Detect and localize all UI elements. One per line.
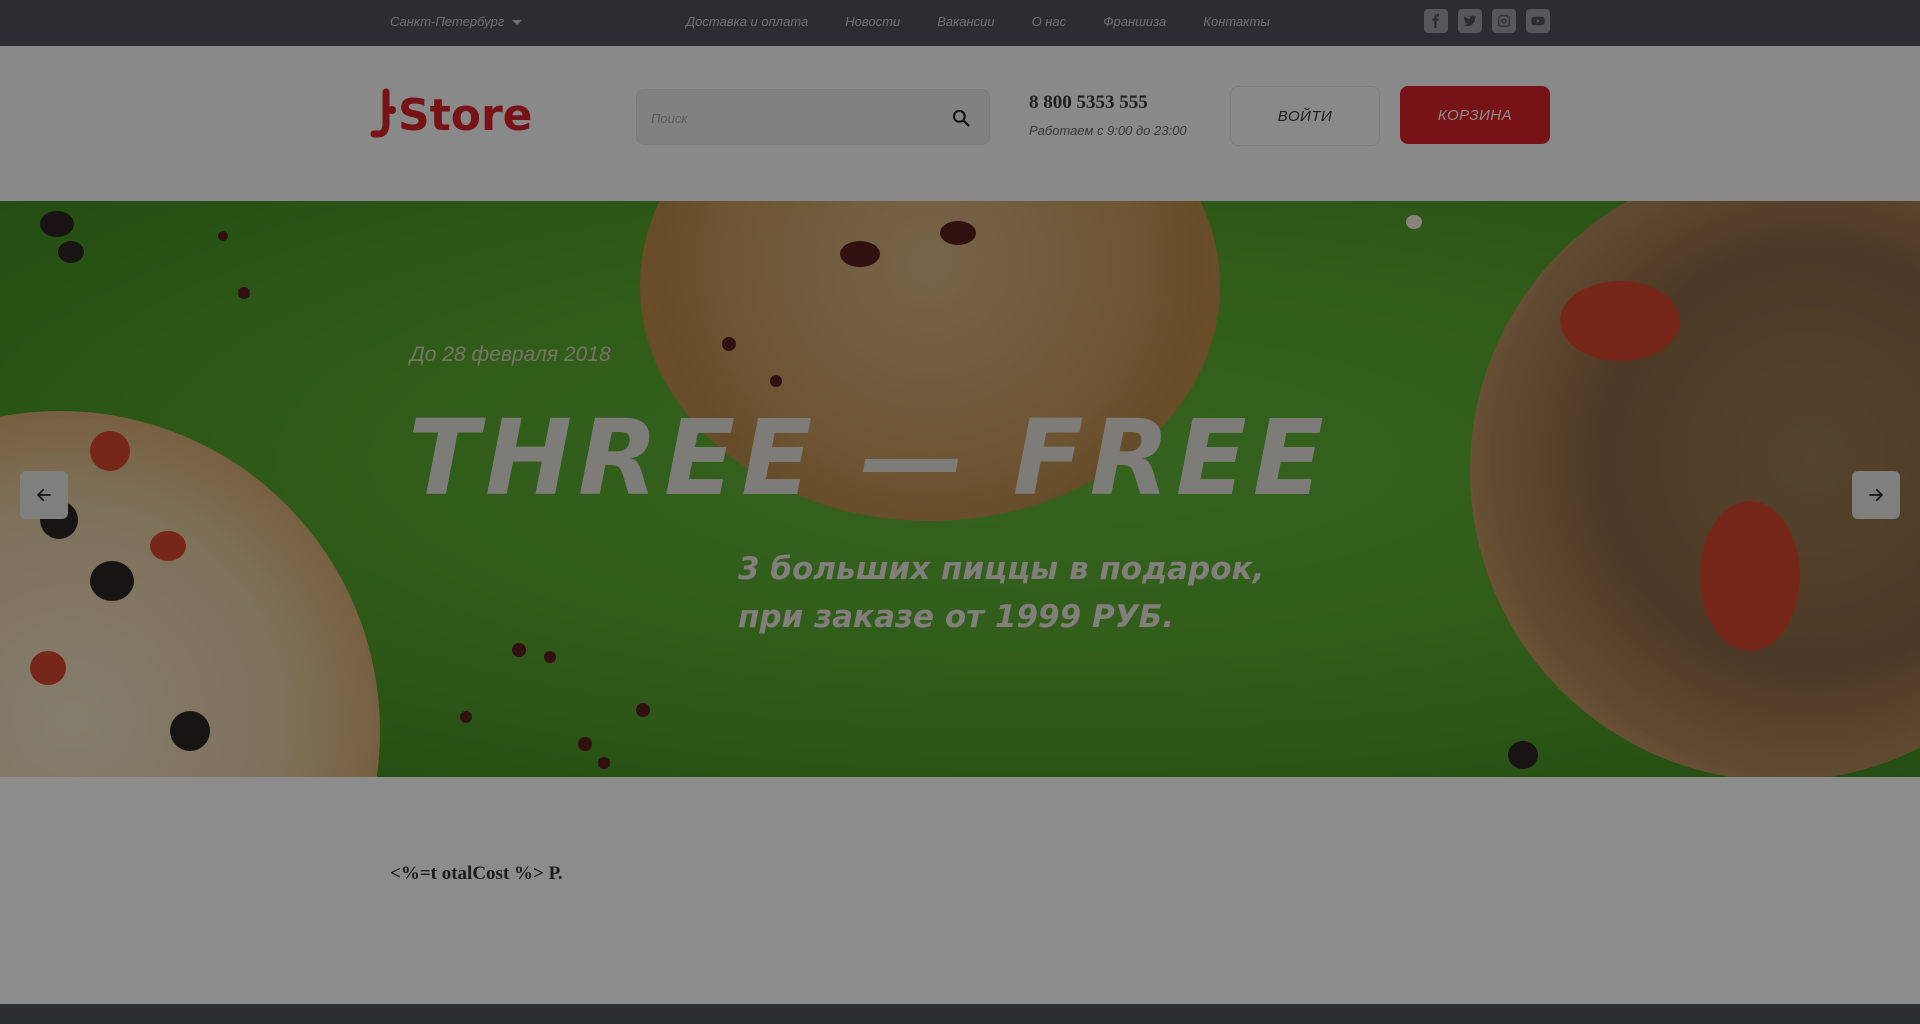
nav-about[interactable]: О нас (1032, 14, 1067, 29)
olive-decoration (40, 211, 74, 237)
search-box (636, 89, 990, 145)
nav-franchise[interactable]: Франшиза (1103, 14, 1166, 29)
promo-banner[interactable]: До 28 февраля 2018 THREE — FREE 3 больши… (0, 201, 1920, 777)
olive-decoration (1508, 741, 1538, 769)
phone-number[interactable]: 8 800 5353 555 (1029, 92, 1148, 114)
peppercorn-decoration (218, 231, 228, 241)
nav-delivery[interactable]: Доставка и оплата (686, 14, 808, 29)
peppercorn-decoration (512, 643, 526, 657)
tomato-decoration (90, 431, 130, 471)
promo-subtitle-line: 3 больших пиццы в подарок, (738, 551, 1265, 587)
peppercorn-decoration (460, 711, 472, 723)
peppercorn-decoration (770, 375, 782, 387)
top-bar: Санкт-Петербург Доставка и оплата Новост… (0, 0, 1920, 46)
city-selector[interactable]: Санкт-Петербург (390, 14, 523, 29)
tomato-decoration (1560, 281, 1680, 361)
top-nav: Доставка и оплата Новости Вакансии О нас… (686, 14, 1307, 29)
working-hours: Работаем с 9:00 до 23:00 (1029, 123, 1187, 138)
olive-decoration (90, 561, 134, 601)
social-links (1424, 9, 1550, 33)
slider-next-button[interactable] (1852, 471, 1900, 519)
peppercorn-decoration (636, 703, 650, 717)
tomato-decoration (150, 531, 186, 561)
main-content: <%=t otalCost %> Р. (0, 777, 1920, 1004)
search-input[interactable] (651, 107, 921, 129)
nav-contacts[interactable]: Контакты (1203, 14, 1270, 29)
total-cost: <%=t otalCost %> Р. (390, 863, 563, 884)
peppercorn-decoration (238, 287, 250, 299)
tomato-decoration (30, 651, 66, 685)
peppercorn-decoration (940, 221, 976, 245)
nav-news[interactable]: Новости (845, 14, 900, 29)
peppercorn-decoration (598, 757, 610, 769)
cart-button[interactable]: КОРЗИНА (1400, 86, 1550, 144)
promo-subtitle-line: при заказе от 1999 РУБ. (738, 599, 1174, 635)
search-icon[interactable] (947, 104, 975, 132)
peppercorn-decoration (1406, 215, 1422, 229)
facebook-icon[interactable] (1424, 9, 1448, 33)
peppercorn-decoration (722, 337, 736, 351)
peppercorn-decoration (840, 241, 880, 267)
peppercorn-decoration (544, 651, 556, 663)
tomato-decoration (1700, 501, 1800, 651)
olive-decoration (58, 241, 84, 263)
site-header: Store 8 800 5353 555 Работаем с 9:00 до … (0, 46, 1920, 201)
jstore-logo[interactable]: Store (370, 84, 552, 144)
promo-subtitle: 3 больших пиццы в подарок, при заказе от… (738, 545, 1264, 641)
site-footer (0, 1004, 1920, 1024)
slider-prev-button[interactable] (20, 471, 68, 519)
nav-vacancies[interactable]: Вакансии (937, 14, 994, 29)
promo-date: До 28 февраля 2018 (410, 343, 611, 366)
peppercorn-decoration (578, 737, 592, 751)
arrow-right-icon (1869, 488, 1883, 502)
login-button[interactable]: ВОЙТИ (1230, 86, 1380, 146)
promo-title: THREE — FREE (408, 397, 1330, 519)
chevron-down-icon (512, 20, 523, 26)
olive-decoration (170, 711, 210, 751)
twitter-icon[interactable] (1458, 9, 1482, 33)
youtube-icon[interactable] (1526, 9, 1550, 33)
instagram-icon[interactable] (1492, 9, 1516, 33)
svg-text:Store: Store (398, 90, 533, 141)
city-label: Санкт-Петербург (390, 14, 505, 29)
arrow-left-icon (37, 488, 51, 502)
